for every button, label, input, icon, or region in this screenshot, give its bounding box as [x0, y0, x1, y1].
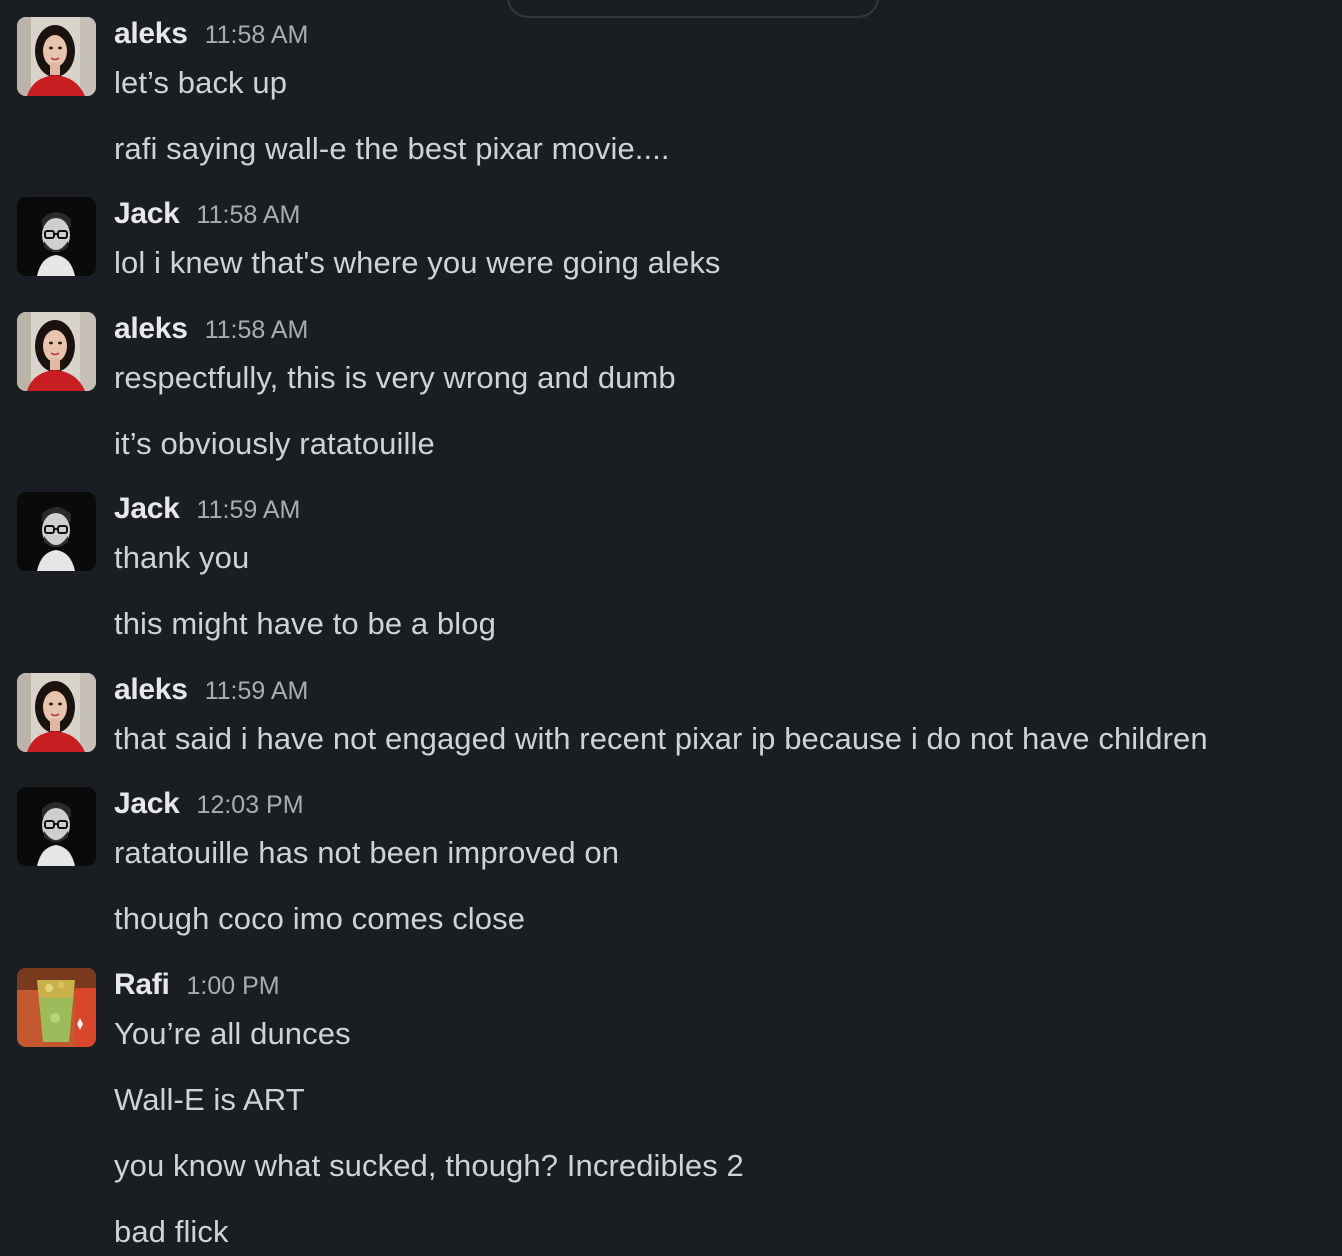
message-text: lol i knew that's where you were going a… [114, 245, 721, 280]
message-header: aleks 11:58 AM [114, 17, 308, 57]
man-glasses-avatar[interactable] [17, 197, 96, 276]
message-text: bad flick [114, 1214, 229, 1249]
message-text: Wall-E is ART [114, 1082, 305, 1117]
message-header: Jack 11:58 AM [114, 197, 300, 237]
username[interactable]: Jack [114, 787, 180, 821]
timestamp[interactable]: 11:58 AM [205, 21, 309, 50]
timestamp[interactable]: 12:03 PM [197, 791, 304, 820]
man-glasses-avatar[interactable] [17, 492, 96, 571]
woman-portrait-avatar[interactable] [17, 673, 96, 752]
username[interactable]: Rafi [114, 968, 170, 1002]
message-text: You’re all dunces [114, 1016, 351, 1051]
woman-portrait-avatar[interactable] [17, 312, 96, 391]
message-header: aleks 11:58 AM [114, 312, 308, 352]
date-divider[interactable] [507, 0, 879, 18]
message-header: aleks 11:59 AM [114, 673, 308, 713]
username[interactable]: Jack [114, 197, 180, 231]
message-text: this might have to be a blog [114, 606, 496, 641]
message-header: Jack 12:03 PM [114, 787, 304, 827]
message-text: ratatouille has not been improved on [114, 835, 620, 870]
timestamp[interactable]: 1:00 PM [186, 972, 279, 1001]
cocktail-drink-avatar[interactable] [17, 968, 96, 1047]
username[interactable]: Jack [114, 492, 180, 526]
message-text: that said i have not engaged with recent… [114, 721, 1208, 756]
message-text: you know what sucked, though? Incredible… [114, 1148, 744, 1183]
message-text: let’s back up [114, 65, 288, 100]
message-text: respectfully, this is very wrong and dum… [114, 360, 676, 395]
man-glasses-avatar[interactable] [17, 787, 96, 866]
message-text: it’s obviously ratatouille [114, 426, 435, 461]
message-header: Jack 11:59 AM [114, 492, 300, 532]
timestamp[interactable]: 11:59 AM [197, 496, 301, 525]
timestamp[interactable]: 11:58 AM [197, 201, 301, 230]
username[interactable]: aleks [114, 17, 188, 51]
message-header: Rafi 1:00 PM [114, 968, 280, 1008]
message-text: though coco imo comes close [114, 901, 526, 936]
message-text: rafi saying wall-e the best pixar movie.… [114, 131, 670, 166]
timestamp[interactable]: 11:58 AM [205, 316, 309, 345]
username[interactable]: aleks [114, 673, 188, 707]
timestamp[interactable]: 11:59 AM [205, 677, 309, 706]
username[interactable]: aleks [114, 312, 188, 346]
woman-portrait-avatar[interactable] [17, 17, 96, 96]
message-text: thank you [114, 540, 250, 575]
